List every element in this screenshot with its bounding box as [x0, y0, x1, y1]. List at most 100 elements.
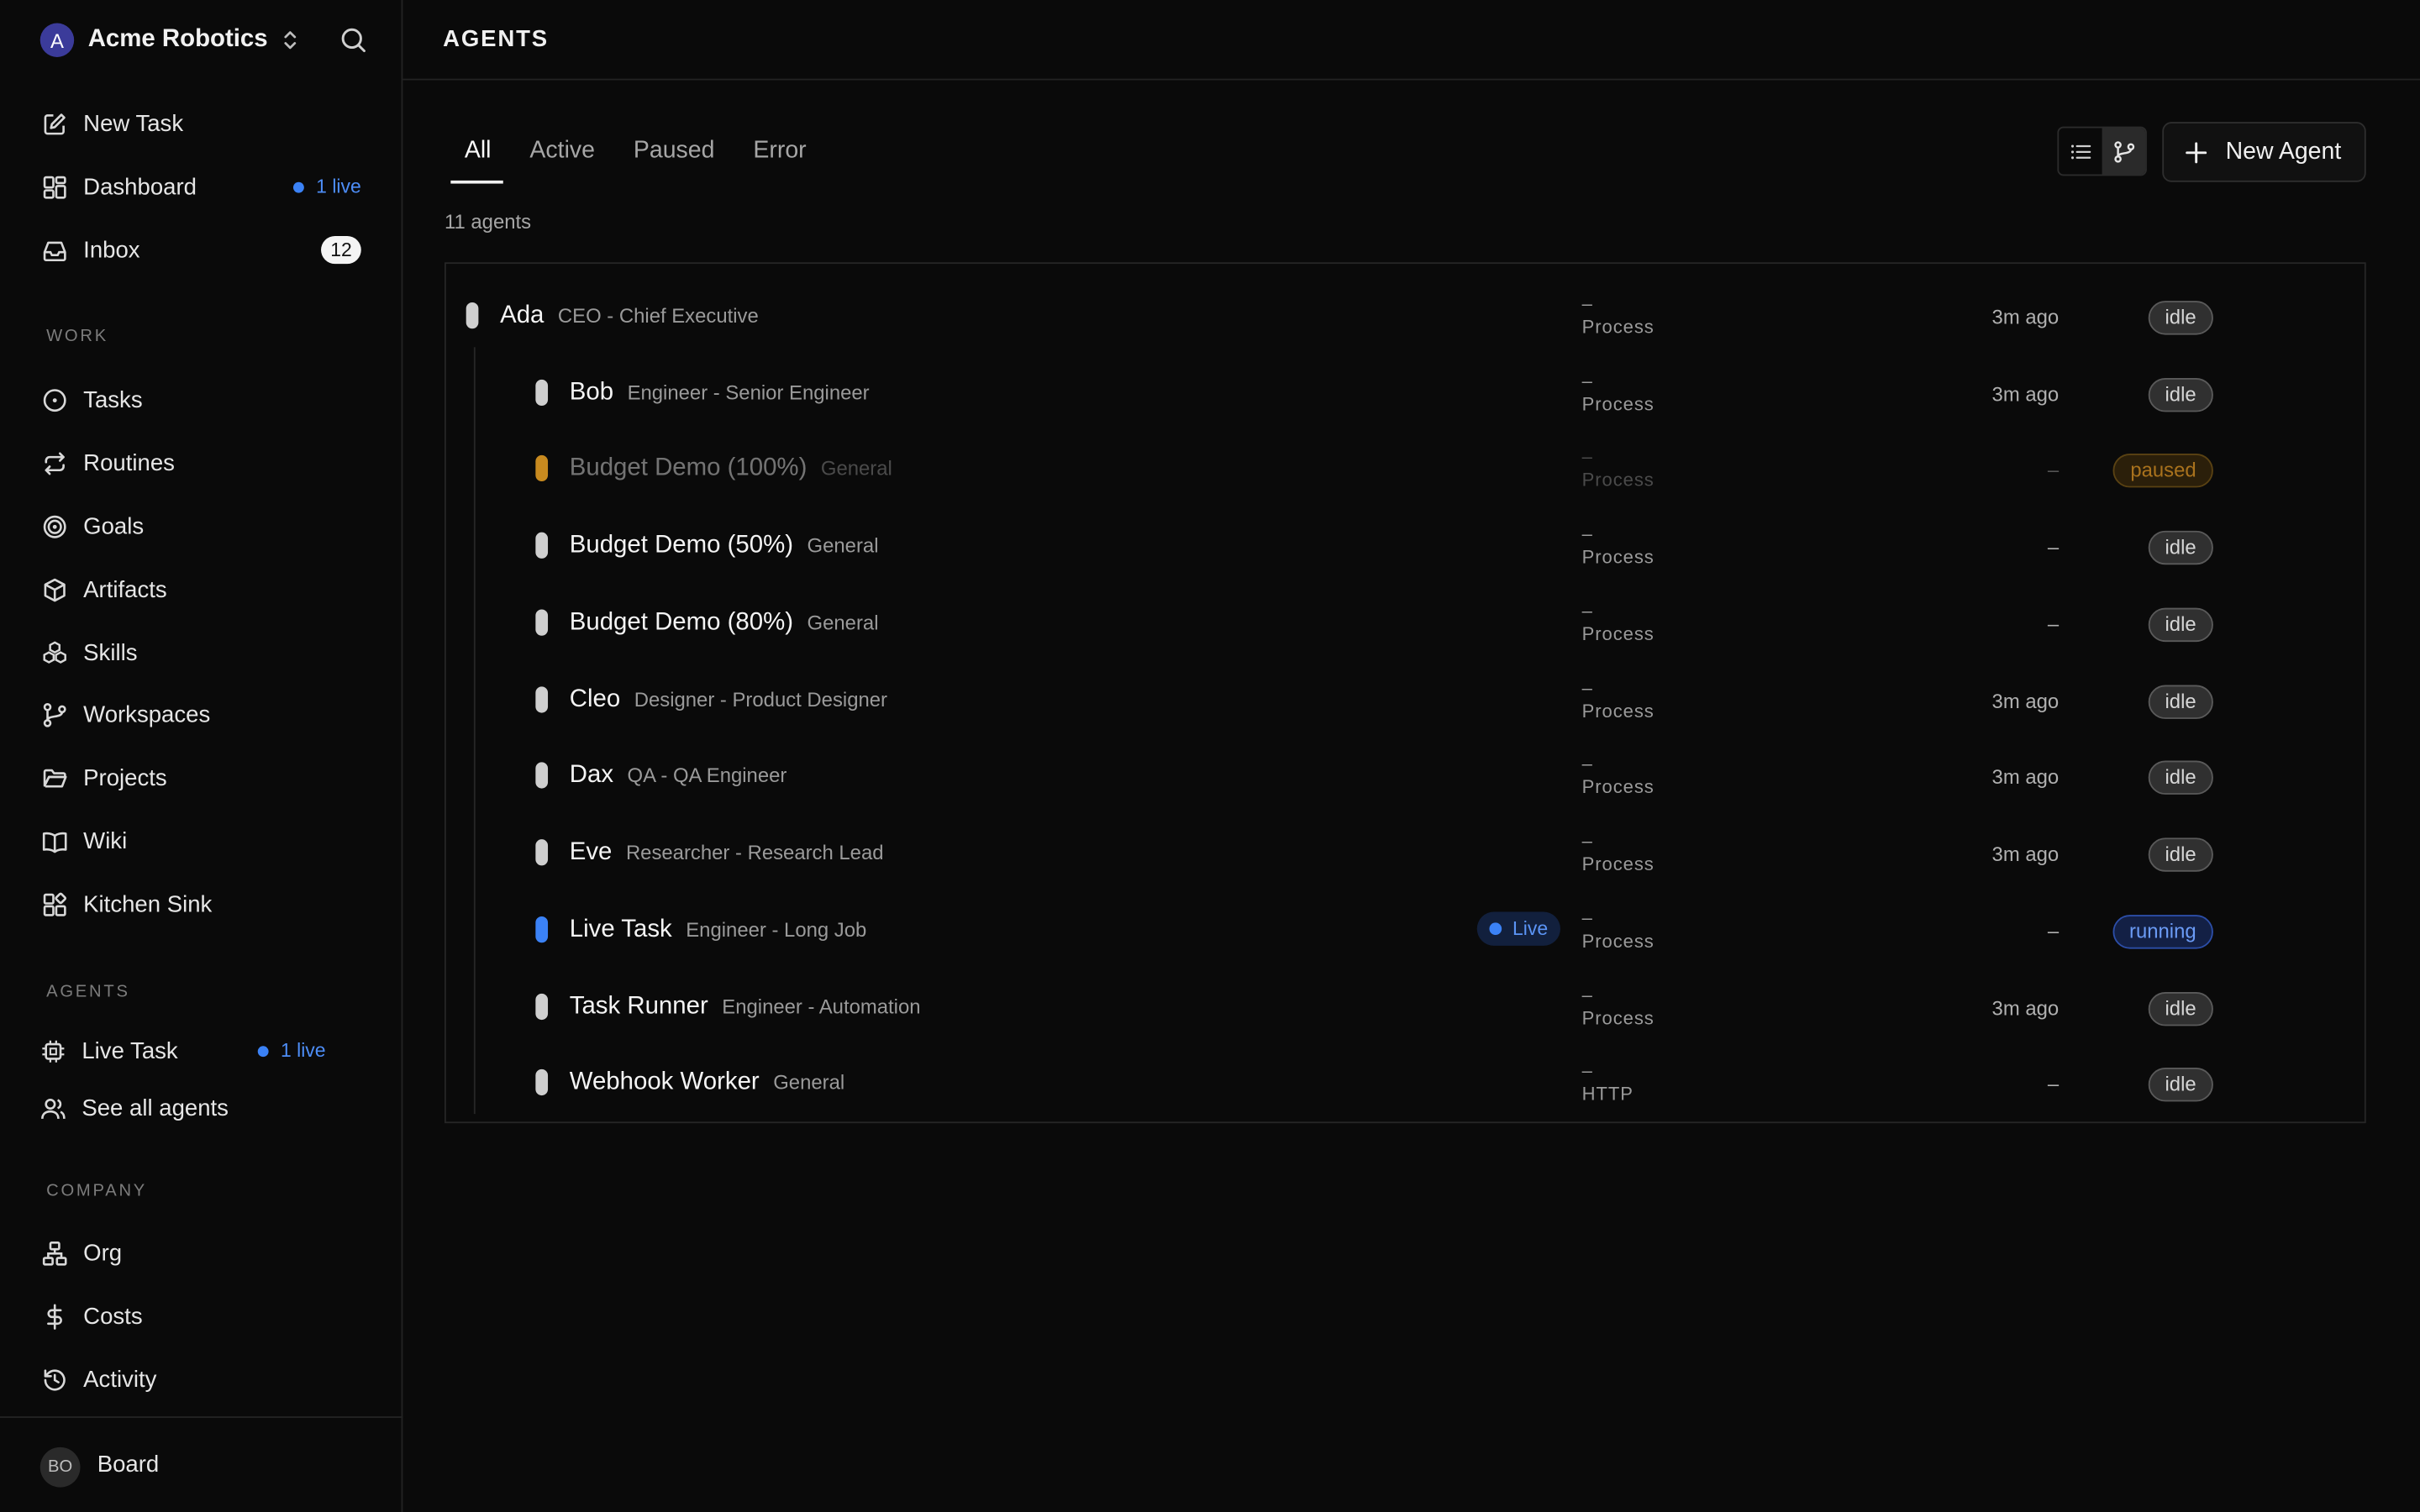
agent-row-task-runner[interactable]: Task Runner Engineer - Automation – Proces…	[446, 963, 2365, 1040]
nav-dashboard[interactable]: Dashboard 1 live	[40, 166, 367, 207]
status-badge: idle	[2148, 607, 2213, 643]
nav-org[interactable]: Org	[40, 1233, 367, 1273]
agent-list: Ada CEO - Chief Executive – Process 3m ago…	[444, 262, 2366, 1124]
live-indicator: 1 live	[292, 176, 361, 197]
live-label: 1 live	[280, 1039, 326, 1062]
status-badge: running	[2112, 915, 2213, 949]
agent-name: Eve Researcher - Research Lead	[569, 839, 884, 866]
folder-icon	[40, 764, 68, 791]
nav-skills[interactable]: Skills	[40, 633, 367, 673]
agent-row-cleo[interactable]: Cleo Designer - Product Designer – Process…	[446, 656, 2365, 733]
adapter-info: – Process	[1581, 370, 1655, 416]
adapter-info: – Process	[1581, 753, 1655, 798]
status-pill	[466, 302, 479, 329]
nav-activity[interactable]: Activity	[40, 1359, 367, 1399]
topbar: AGENTS	[402, 0, 2420, 81]
nav-goals[interactable]: Goals	[40, 506, 367, 546]
sidebar: A Acme Robotics New Task Dashboard 1 liv…	[0, 0, 403, 1512]
nav-label: Activity	[83, 1366, 157, 1393]
repeat-icon	[40, 449, 68, 476]
history-icon	[40, 1366, 68, 1394]
section-label-agents: AGENTS	[46, 983, 130, 1002]
agent-name: Budget Demo (100%) General	[569, 454, 892, 482]
agent-role: General	[773, 1070, 845, 1095]
nav-label: Skills	[83, 639, 138, 666]
agent-name: Bob Engineer - Senior Engineer	[569, 379, 870, 407]
agent-name: Live Task Engineer - Long Job	[569, 916, 867, 943]
nav-label: Workspaces	[83, 701, 211, 728]
filter-tabs: All Active Paused Error	[450, 129, 831, 184]
nav-kitchen-sink[interactable]: Kitchen Sink	[40, 884, 367, 924]
status-pill	[535, 993, 549, 1021]
circle-dot-icon	[40, 386, 68, 413]
nav-label: Kitchen Sink	[83, 890, 213, 917]
company-name: Acme Robotics	[87, 26, 268, 53]
status-pill	[535, 916, 549, 943]
last-active: 3m ago	[1991, 996, 2060, 1021]
tab-error[interactable]: Error	[739, 129, 819, 183]
status-badge: idle	[2148, 301, 2213, 335]
nav-workspaces[interactable]: Workspaces	[40, 695, 367, 735]
last-active: –	[2047, 612, 2060, 636]
last-active: –	[2047, 1072, 2060, 1096]
new-agent-label: New Agent	[2225, 138, 2342, 165]
sidebar-footer[interactable]: BO Board	[0, 1416, 403, 1512]
agent-name: Webhook Worker General	[569, 1068, 845, 1096]
status-badge: idle	[2148, 992, 2213, 1026]
nav-costs[interactable]: Costs	[40, 1296, 367, 1336]
last-active: –	[2047, 458, 2060, 482]
adapter-info: – Process	[1581, 445, 1655, 491]
list-view-button[interactable]	[2059, 128, 2102, 174]
last-active: 3m ago	[1991, 842, 2060, 866]
last-active: 3m ago	[1991, 765, 2060, 789]
new-agent-button[interactable]: New Agent	[2162, 122, 2366, 182]
nav-tasks[interactable]: Tasks	[40, 380, 367, 420]
avatar: BO	[39, 1446, 81, 1488]
agent-name: Dax QA - QA Engineer	[569, 762, 787, 789]
agent-role: CEO - Chief Executive	[557, 303, 759, 328]
agent-row-live-task[interactable]: Live Task Engineer - Long Job Live – Proce…	[446, 885, 2365, 963]
nav-routines[interactable]: Routines	[40, 443, 367, 483]
agent-row-budget-demo-50[interactable]: Budget Demo (50%) General – Process – idle	[446, 501, 2365, 579]
tab-paused[interactable]: Paused	[619, 129, 727, 183]
nav-label: Wiki	[83, 827, 128, 854]
nav-label: New Task	[83, 110, 184, 137]
nav-artifacts[interactable]: Artifacts	[40, 570, 367, 610]
blocks-icon	[40, 890, 68, 918]
status-badge: paused	[2113, 454, 2213, 488]
nav-new-task[interactable]: New Task	[40, 103, 367, 144]
agent-row-ada[interactable]: Ada CEO - Chief Executive – Process 3m ago…	[446, 271, 2365, 349]
agent-role: Engineer - Long Job	[686, 917, 867, 942]
agent-row-budget-demo-100[interactable]: Budget Demo (100%) General – Process – pau…	[446, 424, 2365, 501]
adapter-info: – Process	[1581, 292, 1655, 339]
agent-role: Engineer - Senior Engineer	[627, 381, 870, 405]
last-active: –	[2047, 919, 2060, 943]
agent-row-bob[interactable]: Bob Engineer - Senior Engineer – Process 3…	[446, 349, 2365, 426]
last-active: –	[2047, 535, 2060, 559]
agent-row-eve[interactable]: Eve Researcher - Research Lead – Process 3…	[446, 808, 2365, 885]
status-badge: idle	[2148, 1068, 2213, 1102]
agent-row-budget-demo-80[interactable]: Budget Demo (80%) General – Process – idle	[446, 579, 2365, 656]
nav-label: Artifacts	[83, 576, 167, 603]
tab-all[interactable]: All	[450, 129, 504, 184]
agent-row-webhook-worker[interactable]: Webhook Worker General – HTTP – idle	[446, 1038, 2365, 1116]
agent-role: General	[807, 611, 879, 634]
nav-inbox[interactable]: Inbox 12	[40, 230, 367, 270]
dollar-icon	[40, 1302, 68, 1330]
status-pill	[535, 686, 549, 713]
section-label-work: WORK	[46, 327, 109, 346]
list-icon	[2070, 144, 2091, 159]
nav-wiki[interactable]: Wiki	[40, 821, 367, 861]
search-icon[interactable]	[339, 26, 367, 54]
nav-projects[interactable]: Projects	[40, 758, 367, 798]
page-title: AGENTS	[443, 26, 549, 53]
nav-agent-live-task[interactable]: Live Task 1 live	[39, 1031, 332, 1071]
tree-view-button[interactable]	[2102, 128, 2146, 175]
agent-row-dax[interactable]: Dax QA - QA Engineer – Process 3m ago idle	[446, 732, 2365, 809]
nav-label: Costs	[83, 1303, 143, 1330]
company-switcher[interactable]: A Acme Robotics	[39, 23, 300, 57]
status-badge: idle	[2148, 685, 2213, 719]
status-badge: idle	[2148, 760, 2213, 795]
nav-see-all-agents[interactable]: See all agents	[39, 1088, 366, 1128]
tab-active[interactable]: Active	[516, 129, 608, 183]
